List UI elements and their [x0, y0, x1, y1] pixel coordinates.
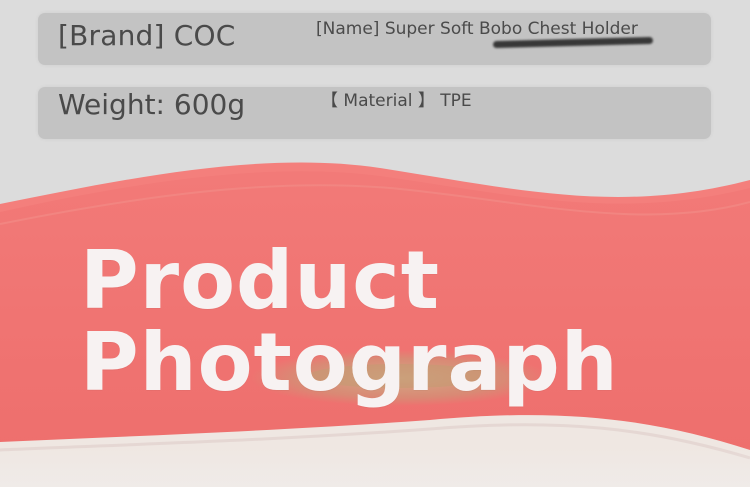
hero-title-line-1: Product	[80, 234, 440, 327]
hero-title-line-2: Photograph	[80, 316, 619, 409]
